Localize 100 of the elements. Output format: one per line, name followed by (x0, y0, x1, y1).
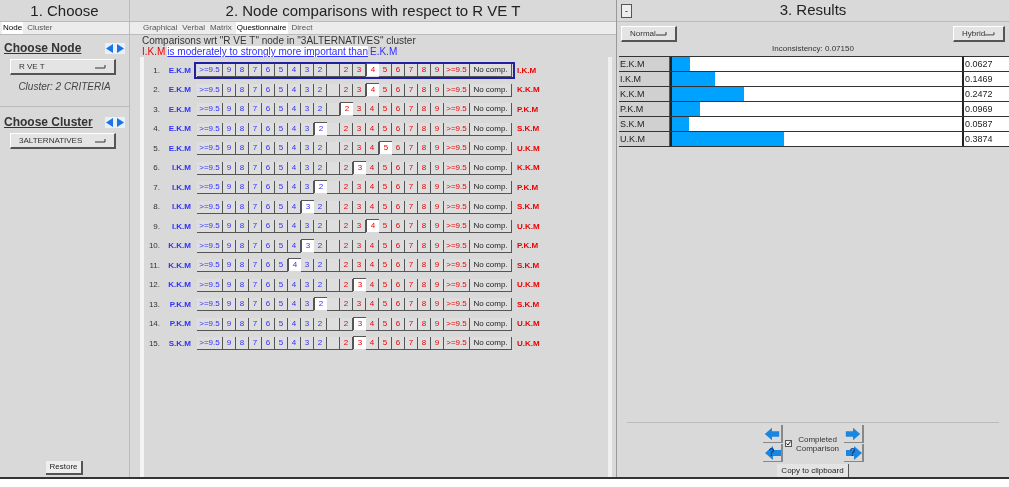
scale-option[interactable]: 5 (379, 83, 392, 97)
scale-option[interactable]: >=9.5 (444, 142, 470, 156)
scale-option[interactable]: >=9.5 (197, 337, 223, 351)
scale-option[interactable]: 3 (301, 220, 314, 234)
scale-option[interactable]: >=9.5 (197, 239, 223, 253)
scale-option[interactable]: 4 (366, 259, 379, 273)
scale-option[interactable]: >=9.5 (197, 64, 223, 78)
scale-option[interactable]: 7 (405, 64, 418, 78)
scale-option[interactable]: 8 (236, 103, 249, 117)
cluster-dropdown[interactable]: 3ALTERNATIVES (10, 133, 116, 149)
tab[interactable]: Matrix (208, 22, 233, 34)
scale-option[interactable]: 8 (418, 317, 431, 331)
scale-option[interactable]: >=9.5 (197, 103, 223, 117)
scale-option[interactable]: 9 (431, 239, 444, 253)
tab[interactable]: Direct (290, 22, 314, 34)
restore-button[interactable]: Restore (46, 461, 83, 475)
scale-option[interactable]: 9 (431, 161, 444, 175)
scale-option[interactable]: 2 (314, 220, 327, 234)
scale-option[interactable]: >=9.5 (444, 64, 470, 78)
scale-option[interactable]: 4 (366, 161, 379, 175)
scale-option[interactable]: 2 (340, 83, 353, 97)
scale-option[interactable]: 6 (392, 103, 405, 117)
scale-option[interactable]: 9 (431, 259, 444, 273)
no-comparison-button[interactable]: No comp. (470, 122, 512, 136)
next-button[interactable] (843, 425, 864, 443)
scale-option[interactable]: 8 (236, 161, 249, 175)
scale-option[interactable]: 4 (288, 298, 301, 312)
scale-option[interactable]: 2 (314, 337, 327, 351)
scale-option[interactable]: 4 (366, 181, 379, 195)
scale-option[interactable]: 6 (392, 220, 405, 234)
scale-option[interactable]: 5 (275, 278, 288, 292)
scale-option[interactable]: 5 (275, 122, 288, 136)
scale-option[interactable]: 4 (288, 337, 301, 351)
scale-option[interactable]: 5 (275, 298, 288, 312)
scale-option[interactable]: 6 (392, 64, 405, 78)
scale-option[interactable]: >=9.5 (444, 122, 470, 136)
scale-option[interactable]: 8 (236, 337, 249, 351)
scale-option[interactable]: >=9.5 (444, 161, 470, 175)
no-comparison-button[interactable]: No comp. (470, 337, 512, 351)
scale-option[interactable]: 9 (431, 337, 444, 351)
scale-option[interactable]: 3 (301, 122, 314, 136)
scale-option[interactable]: 3 (353, 259, 366, 273)
scale-option[interactable]: 4 (288, 200, 301, 214)
scale-option[interactable]: 4 (288, 181, 301, 195)
scale-option[interactable]: 4 (366, 337, 379, 351)
scale-option[interactable]: 4 (288, 258, 301, 272)
scale-option[interactable]: 2 (340, 122, 353, 136)
scale-option[interactable]: 6 (262, 181, 275, 195)
no-comparison-button[interactable]: No comp. (470, 298, 512, 312)
scale-option[interactable]: 9 (223, 83, 236, 97)
scale-option[interactable]: 3 (353, 336, 366, 350)
no-comparison-button[interactable]: No comp. (470, 83, 512, 97)
scale-option[interactable]: 3 (353, 64, 366, 78)
scale-option[interactable]: 8 (236, 64, 249, 78)
scale-option[interactable]: >=9.5 (197, 278, 223, 292)
no-comparison-button[interactable]: No comp. (470, 220, 512, 234)
scale-option[interactable]: 5 (379, 337, 392, 351)
scale-option[interactable]: 7 (249, 220, 262, 234)
scale-option[interactable]: 5 (275, 200, 288, 214)
no-comparison-button[interactable]: No comp. (470, 278, 512, 292)
scale-option[interactable]: 7 (405, 278, 418, 292)
scale-option[interactable]: 6 (262, 83, 275, 97)
scale-option[interactable]: 2 (340, 64, 353, 78)
scale-option[interactable] (327, 317, 340, 331)
scale-option[interactable]: 5 (275, 181, 288, 195)
scale-option[interactable]: >=9.5 (197, 161, 223, 175)
scale-option[interactable]: 6 (392, 181, 405, 195)
scale-option[interactable]: 2 (340, 161, 353, 175)
scale-option[interactable]: 8 (418, 142, 431, 156)
scale-option[interactable]: 3 (353, 316, 366, 330)
scale-option[interactable]: 7 (405, 83, 418, 97)
scale-option[interactable]: >=9.5 (197, 122, 223, 136)
scale-option[interactable]: 2 (340, 298, 353, 312)
scale-option[interactable]: 6 (392, 278, 405, 292)
scale-option[interactable]: 8 (418, 278, 431, 292)
scale-option[interactable]: 3 (301, 181, 314, 195)
scale-option[interactable]: 7 (405, 181, 418, 195)
scale-option[interactable]: 4 (366, 298, 379, 312)
scale-option[interactable] (327, 337, 340, 351)
scale-option[interactable] (327, 142, 340, 156)
no-comparison-button[interactable]: No comp. (470, 239, 512, 253)
node-dropdown[interactable]: R VE T (10, 59, 116, 75)
scale-option[interactable]: 7 (249, 122, 262, 136)
scale-option[interactable]: 7 (405, 298, 418, 312)
scale-option[interactable] (327, 122, 340, 136)
scale-option[interactable]: 9 (431, 122, 444, 136)
scale-option[interactable]: 2 (340, 102, 353, 116)
scale-option[interactable]: 3 (301, 103, 314, 117)
scale-option[interactable]: 6 (262, 278, 275, 292)
scale-option[interactable]: 3 (353, 142, 366, 156)
scale-option[interactable]: 9 (431, 200, 444, 214)
scale-option[interactable]: 3 (353, 298, 366, 312)
scale-option[interactable]: >=9.5 (444, 103, 470, 117)
scale-option[interactable]: 7 (405, 161, 418, 175)
scale-option[interactable]: 3 (301, 278, 314, 292)
statement-link[interactable]: is moderately to strongly more important than (167, 46, 368, 57)
scale-option[interactable]: 2 (314, 259, 327, 273)
scale-option[interactable]: 5 (379, 161, 392, 175)
help-button[interactable]: ? (762, 444, 783, 462)
help-button[interactable]: ? (843, 444, 864, 462)
